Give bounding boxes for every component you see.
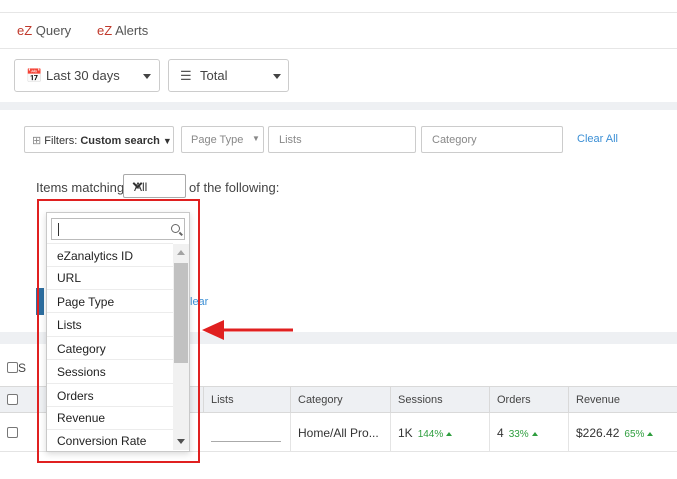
select-all-label: S bbox=[18, 361, 27, 375]
trend-up-icon bbox=[647, 432, 654, 436]
column-label: Category bbox=[298, 394, 343, 406]
calendar-icon: 📅 bbox=[26, 68, 43, 83]
column-label: Sessions bbox=[398, 394, 443, 406]
sessions-value: 1K bbox=[398, 426, 413, 440]
revenue-value-group: $226.42 65% bbox=[576, 426, 654, 440]
total-label: Total bbox=[200, 68, 228, 83]
revenue-value: $226.42 bbox=[576, 426, 620, 440]
caret-down-icon bbox=[143, 74, 151, 79]
lists-placeholder: Lists bbox=[279, 134, 302, 146]
revenue-change: 65% bbox=[624, 429, 645, 440]
column-header-orders[interactable]: Orders bbox=[489, 386, 568, 413]
filters-mode: Custom search bbox=[80, 135, 160, 147]
orders-change: 33% bbox=[508, 429, 529, 440]
column-label: Revenue bbox=[576, 394, 621, 406]
trend-up-icon bbox=[446, 432, 453, 436]
annotation-arrow bbox=[202, 320, 293, 340]
select-all-checkbox[interactable] bbox=[7, 362, 18, 373]
cell-category: Home/All Pro... bbox=[290, 413, 390, 451]
date-range-label: Last 30 days bbox=[46, 68, 120, 83]
row-checkbox[interactable] bbox=[7, 427, 18, 438]
tab-label: Alerts bbox=[112, 23, 149, 38]
tab-ez-alerts[interactable]: eZ Alerts bbox=[97, 23, 148, 38]
list-icon: ☰ bbox=[180, 68, 192, 83]
sessions-change: 144% bbox=[417, 429, 444, 440]
category-placeholder: Category bbox=[432, 134, 477, 146]
caret-down-icon: ▼ bbox=[252, 134, 260, 143]
page-type-label: Page Type bbox=[191, 134, 244, 146]
column-header-category[interactable]: Category bbox=[290, 386, 390, 413]
orders-value: 4 bbox=[497, 426, 504, 440]
items-matching-label: Items matching bbox=[36, 180, 125, 195]
column-label: Lists bbox=[211, 394, 234, 406]
top-tabs: eZ Query eZ Alerts bbox=[0, 12, 677, 49]
lists-input[interactable]: Lists bbox=[268, 126, 416, 153]
category-input[interactable]: Category bbox=[421, 126, 563, 153]
header-checkbox[interactable] bbox=[7, 394, 18, 405]
sessions-value-group: 1K 144% bbox=[398, 426, 453, 440]
page-type-dropdown[interactable]: Page Type ▼ bbox=[181, 126, 264, 153]
orders-value-group: 4 33% bbox=[497, 426, 538, 440]
category-value: Home/All Pro... bbox=[298, 426, 379, 440]
tab-ez-query[interactable]: eZ Query bbox=[17, 23, 71, 38]
clear-all-link[interactable]: Clear All bbox=[577, 133, 618, 145]
cell-sessions: 1K 144% bbox=[390, 413, 489, 451]
filters-prefix: Filters: bbox=[44, 135, 81, 147]
total-dropdown[interactable]: ☰ Total bbox=[168, 59, 289, 92]
lists-cell-input[interactable] bbox=[211, 441, 281, 442]
tab-prefix: eZ bbox=[97, 23, 113, 38]
match-mode-select[interactable]: All bbox=[123, 174, 186, 198]
column-header-sessions[interactable]: Sessions bbox=[390, 386, 489, 413]
column-header-revenue[interactable]: Revenue bbox=[568, 386, 677, 413]
arrow-head bbox=[202, 320, 224, 340]
column-header-lists[interactable]: Lists bbox=[203, 386, 290, 413]
cell-orders: 4 33% bbox=[489, 413, 568, 451]
section-divider bbox=[0, 102, 677, 110]
filters-button[interactable]: ⊞ Filters: Custom search ▼ bbox=[24, 126, 174, 153]
tab-prefix: eZ bbox=[17, 23, 33, 38]
of-following-label: of the following: bbox=[189, 180, 280, 195]
date-range-dropdown[interactable]: 📅 Last 30 days bbox=[14, 59, 160, 92]
highlight-box bbox=[37, 199, 200, 463]
tab-label: Query bbox=[32, 23, 72, 38]
filters-button-text: ⊞ Filters: Custom search ▼ bbox=[32, 134, 172, 147]
trend-up-icon bbox=[531, 432, 538, 436]
cell-revenue: $226.42 65% bbox=[568, 413, 677, 451]
column-label: Orders bbox=[497, 394, 531, 406]
caret-down-icon: ▼ bbox=[162, 136, 172, 146]
filter-icon: ⊞ bbox=[32, 135, 42, 147]
caret-down-icon bbox=[273, 74, 281, 79]
